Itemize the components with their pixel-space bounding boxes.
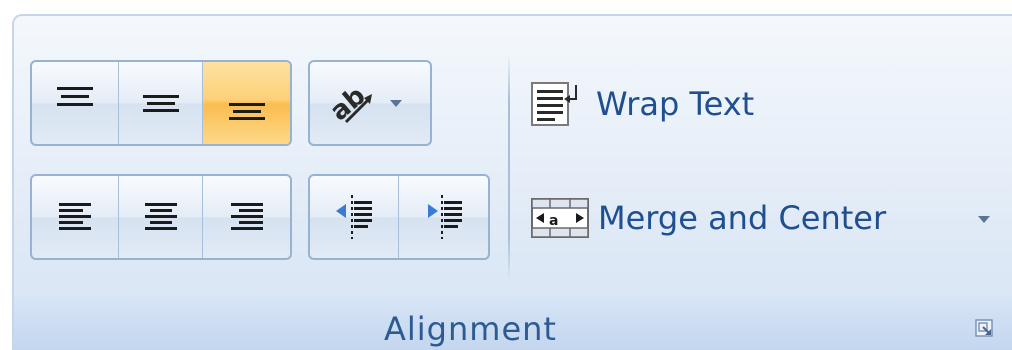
dialog-launcher-icon[interactable]	[974, 318, 994, 338]
increase-indent-icon	[427, 195, 462, 239]
horizontal-align-group	[30, 174, 292, 260]
merge-and-center-label: Merge and Center	[598, 199, 887, 237]
decrease-indent-button[interactable]	[310, 176, 399, 258]
group-separator	[508, 54, 510, 282]
top-align-icon	[56, 87, 93, 106]
align-left-icon	[58, 203, 91, 230]
merge-and-center-button[interactable]: a Merge and Center	[530, 190, 886, 246]
merge-center-icon: a	[531, 198, 589, 238]
increase-indent-button[interactable]	[399, 176, 488, 258]
alignment-group: ab Wrap Text a Merge and Center Alignmen…	[12, 14, 1012, 350]
group-label: Alignment	[384, 310, 557, 348]
decrease-indent-icon	[336, 195, 372, 239]
middle-align-icon	[142, 95, 179, 112]
align-right-button[interactable]	[203, 176, 290, 258]
orientation-icon: ab	[325, 81, 372, 127]
vertical-align-group	[30, 60, 292, 146]
indent-group	[308, 174, 490, 260]
chevron-down-icon	[390, 100, 402, 107]
group-footer: Alignment	[14, 296, 1012, 350]
wrap-text-icon	[531, 82, 577, 126]
bottom-align-icon	[228, 103, 265, 120]
wrap-text-button[interactable]: Wrap Text	[530, 76, 754, 132]
middle-align-button[interactable]	[119, 62, 204, 144]
orientation-button[interactable]: ab	[308, 60, 432, 146]
align-left-button[interactable]	[32, 176, 119, 258]
center-align-button[interactable]	[119, 176, 204, 258]
bottom-align-button[interactable]	[203, 62, 290, 144]
orientation-main[interactable]: ab	[310, 62, 430, 144]
merge-dropdown-chevron-icon[interactable]	[976, 214, 992, 224]
wrap-text-label: Wrap Text	[596, 85, 755, 123]
svg-text:a: a	[549, 213, 558, 229]
top-align-button[interactable]	[32, 62, 119, 144]
align-center-icon	[144, 203, 177, 230]
align-right-icon	[230, 203, 263, 230]
